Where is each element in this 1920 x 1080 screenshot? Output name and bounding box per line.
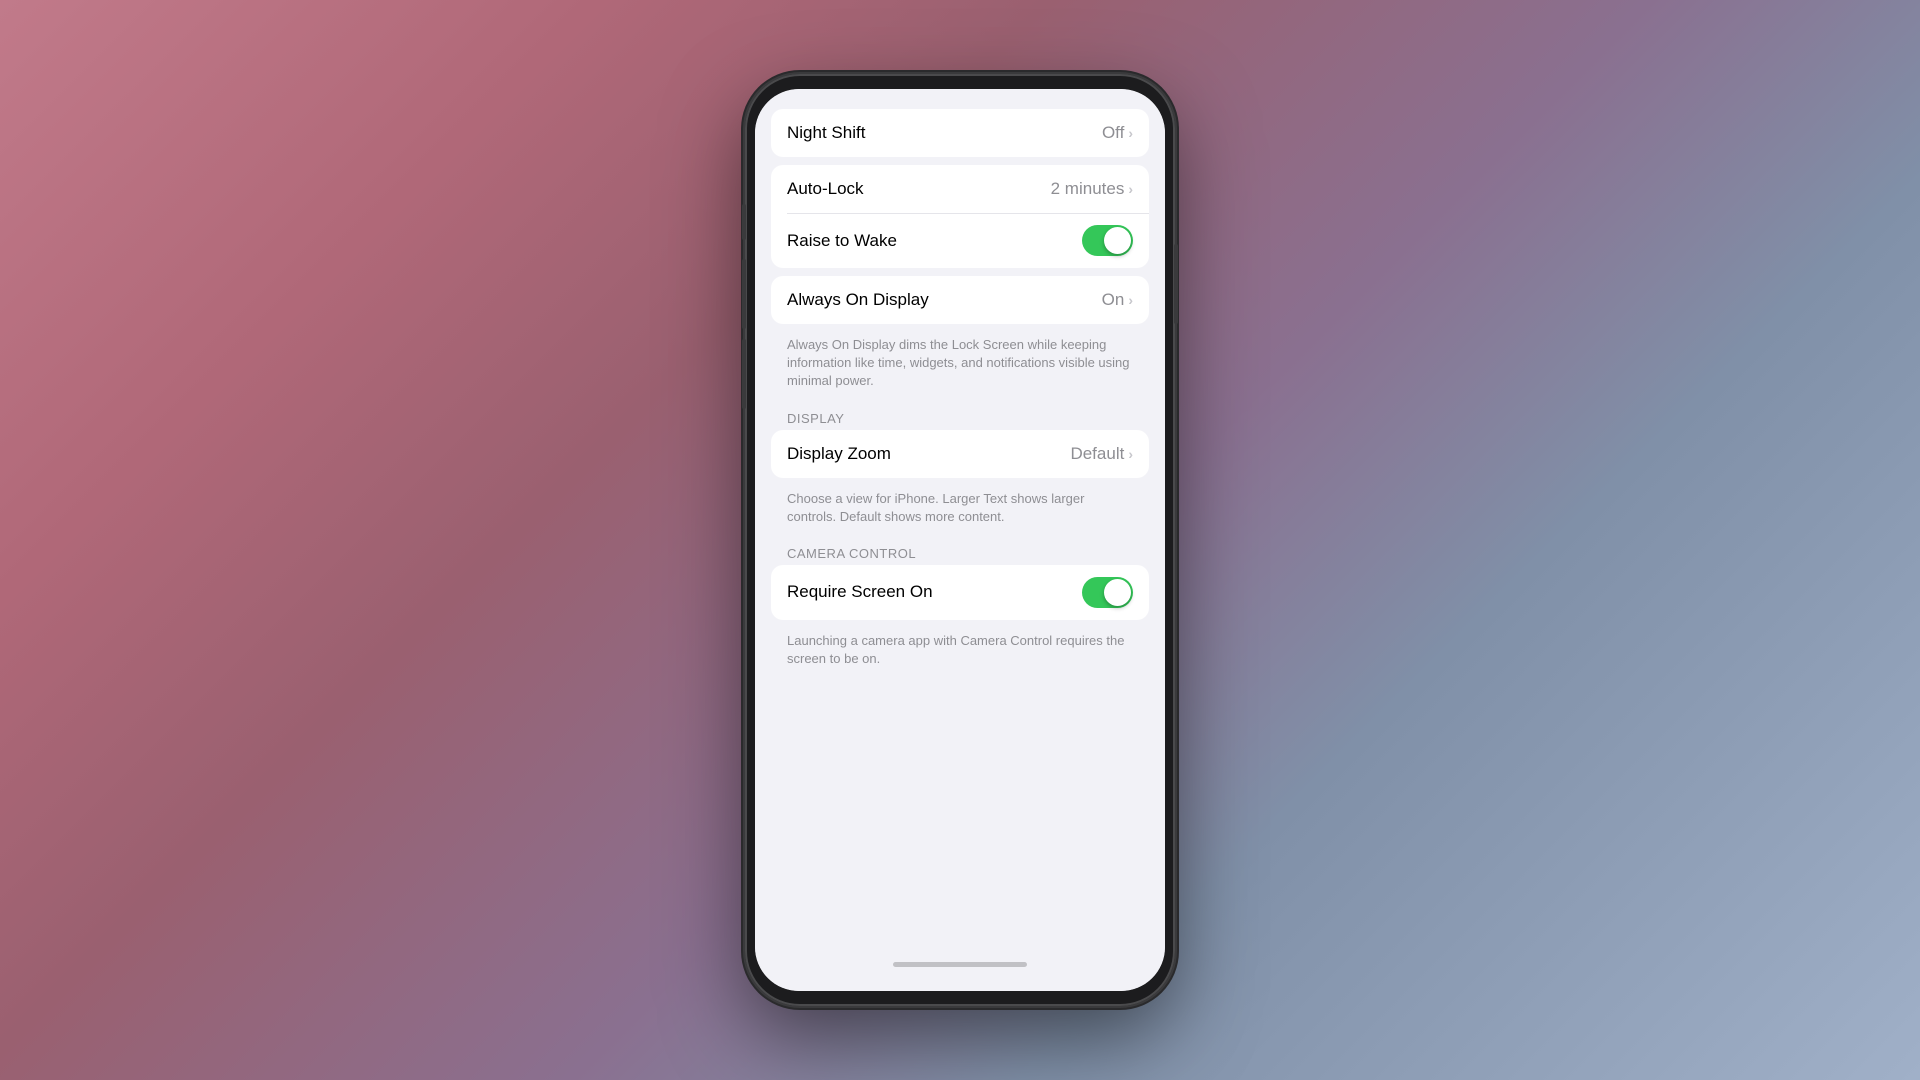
phone-device: Night Shift Off › Auto-Lock 2 minutes › [745, 74, 1175, 1006]
settings-scroll[interactable]: Night Shift Off › Auto-Lock 2 minutes › [755, 89, 1165, 991]
phone-screen: Night Shift Off › Auto-Lock 2 minutes › [755, 89, 1165, 991]
auto-lock-value: 2 minutes › [1051, 179, 1133, 199]
display-zoom-row[interactable]: Display Zoom Default › [771, 430, 1149, 478]
camera-control-group: Require Screen On [771, 565, 1149, 620]
night-shift-group: Night Shift Off › [771, 109, 1149, 157]
always-on-group: Always On Display On › [771, 276, 1149, 324]
display-zoom-value-text: Default [1070, 444, 1124, 464]
auto-lock-value-text: 2 minutes [1051, 179, 1125, 199]
volume-up-button [742, 259, 746, 329]
raise-to-wake-toggle[interactable] [1082, 225, 1133, 256]
night-shift-value-text: Off [1102, 123, 1124, 143]
autolock-group: Auto-Lock 2 minutes › Raise to Wake [771, 165, 1149, 268]
power-button [1174, 244, 1178, 324]
display-zoom-description: Choose a view for iPhone. Larger Text sh… [755, 486, 1165, 538]
screen-content: Night Shift Off › Auto-Lock 2 minutes › [755, 89, 1165, 991]
require-screen-on-label: Require Screen On [787, 582, 933, 602]
camera-control-description: Launching a camera app with Camera Contr… [755, 628, 1165, 680]
display-zoom-chevron-icon: › [1128, 446, 1133, 462]
volume-down-button [742, 339, 746, 409]
display-zoom-value: Default › [1070, 444, 1133, 464]
auto-lock-chevron-icon: › [1128, 181, 1133, 197]
auto-lock-row[interactable]: Auto-Lock 2 minutes › [771, 165, 1149, 213]
night-shift-label: Night Shift [787, 123, 865, 143]
always-on-display-label: Always On Display [787, 290, 929, 310]
raise-to-wake-label: Raise to Wake [787, 231, 897, 251]
auto-lock-label: Auto-Lock [787, 179, 864, 199]
night-shift-value: Off › [1102, 123, 1133, 143]
always-on-display-value: On › [1102, 290, 1133, 310]
always-on-description: Always On Display dims the Lock Screen w… [755, 332, 1165, 403]
display-section-label: DISPLAY [755, 403, 1165, 430]
require-screen-on-toggle[interactable] [1082, 577, 1133, 608]
home-indicator [893, 962, 1027, 967]
night-shift-chevron-icon: › [1128, 125, 1133, 141]
raise-to-wake-row: Raise to Wake [771, 213, 1149, 268]
always-on-display-chevron-icon: › [1128, 292, 1133, 308]
always-on-display-row[interactable]: Always On Display On › [771, 276, 1149, 324]
display-zoom-label: Display Zoom [787, 444, 891, 464]
mute-switch [742, 204, 746, 240]
always-on-display-value-text: On [1102, 290, 1125, 310]
require-screen-on-row: Require Screen On [771, 565, 1149, 620]
night-shift-row[interactable]: Night Shift Off › [771, 109, 1149, 157]
display-zoom-group: Display Zoom Default › [771, 430, 1149, 478]
camera-control-section-label: CAMERA CONTROL [755, 538, 1165, 565]
